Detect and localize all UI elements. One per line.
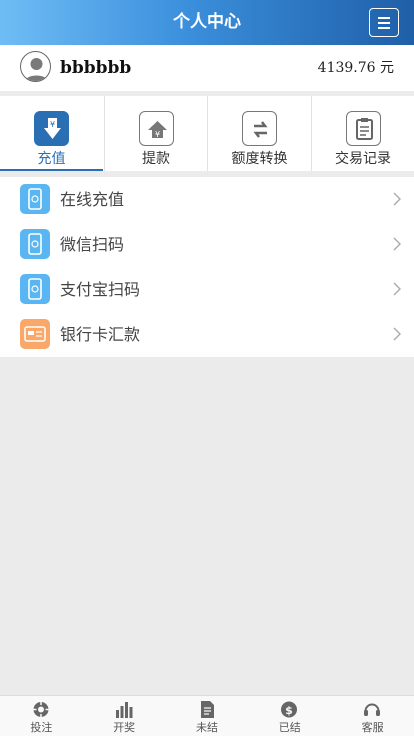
menu-icon-line: [378, 22, 390, 24]
action-withdraw[interactable]: ¥ 提款: [103, 96, 208, 171]
chevron-right-icon: [393, 237, 401, 251]
withdraw-icon: ¥: [138, 111, 174, 146]
chevron-right-icon: [393, 282, 401, 296]
action-records[interactable]: 交易记录: [310, 96, 414, 171]
transfer-icon: [242, 111, 277, 146]
list-item-label: 在线充值: [60, 190, 125, 209]
deposit-icon: ¥: [34, 111, 69, 146]
bottom-tab-bar: 投注 开奖 未结 $ 已结 客服: [0, 695, 414, 736]
tab-label: 客服: [361, 721, 384, 734]
menu-button[interactable]: [369, 8, 399, 37]
payment-method-list: 在线充值 微信扫码 支付宝扫码 银行卡汇款: [0, 177, 414, 357]
phone-icon: [20, 274, 50, 304]
list-item-label: 微信扫码: [60, 235, 125, 254]
action-transfer[interactable]: 额度转换: [207, 96, 311, 171]
action-deposit[interactable]: ¥ 充值: [0, 96, 104, 171]
bar-chart-icon: [115, 702, 133, 718]
chevron-right-icon: [393, 192, 401, 206]
top-bar: 个人中心: [0, 0, 414, 45]
tab-customer-service[interactable]: 客服: [331, 696, 414, 736]
action-withdraw-label: 提款: [142, 151, 170, 167]
person-icon: [24, 58, 49, 81]
list-item-label: 银行卡汇款: [60, 325, 141, 344]
tab-bet[interactable]: 投注: [0, 696, 83, 736]
action-transfer-label: 额度转换: [231, 151, 288, 167]
tab-settled[interactable]: $ 已结: [248, 696, 331, 736]
list-item-label: 支付宝扫码: [60, 280, 141, 299]
chip-icon: [33, 702, 49, 717]
tab-label: 已结: [278, 721, 301, 734]
user-bar: bbbbbb 4139.76 元: [0, 45, 414, 91]
tab-unsettled[interactable]: 未结: [166, 696, 249, 736]
active-tab-indicator: [0, 169, 103, 171]
document-icon: [200, 701, 214, 718]
action-deposit-label: 充值: [37, 151, 66, 167]
tab-label: 开奖: [113, 721, 136, 734]
dollar-icon: $: [281, 701, 298, 718]
page-title: 个人中心: [173, 12, 241, 32]
list-item-wechat[interactable]: 微信扫码: [0, 222, 414, 267]
svg-text:¥: ¥: [154, 130, 159, 139]
tab-label: 未结: [195, 721, 218, 734]
list-item-bank-transfer[interactable]: 银行卡汇款: [0, 312, 414, 357]
bank-card-icon: [20, 319, 50, 349]
list-item-online-deposit[interactable]: 在线充值: [0, 177, 414, 222]
balance: 4139.76 元: [317, 60, 394, 76]
menu-icon-line: [378, 27, 390, 29]
headset-icon: [364, 703, 381, 716]
svg-text:$: $: [286, 704, 294, 717]
account-actions: ¥ 充值 ¥ 提款 额度转换 交易记录: [0, 96, 414, 171]
svg-text:¥: ¥: [50, 120, 55, 129]
avatar[interactable]: [20, 51, 51, 82]
phone-icon: [20, 184, 50, 214]
menu-icon: [378, 17, 390, 19]
records-icon: [345, 111, 381, 146]
username: bbbbbb: [60, 58, 132, 78]
tab-results[interactable]: 开奖: [83, 696, 166, 736]
list-item-alipay[interactable]: 支付宝扫码: [0, 267, 414, 312]
tab-label: 投注: [30, 721, 53, 734]
chevron-right-icon: [393, 327, 401, 341]
phone-icon: [20, 229, 50, 259]
action-records-label: 交易记录: [335, 151, 391, 167]
